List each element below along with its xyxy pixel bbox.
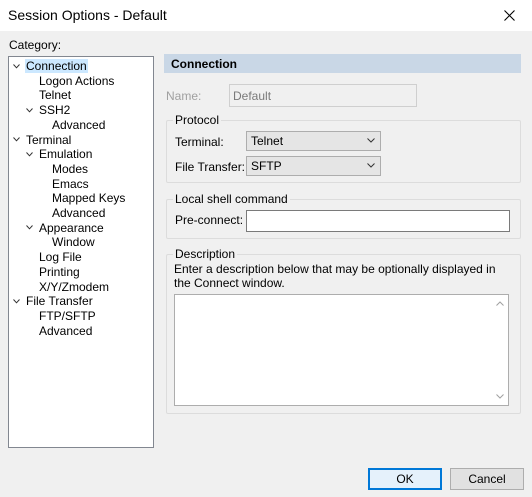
preconnect-input[interactable]: [246, 210, 510, 232]
tree-item[interactable]: Modes: [39, 162, 89, 176]
tree-item-label: File Transfer: [26, 294, 93, 309]
file-transfer-select[interactable]: SFTP: [246, 156, 381, 176]
chevron-down-icon: [13, 298, 20, 304]
tree-expander[interactable]: [26, 103, 38, 117]
tree-item-label: Emacs: [52, 176, 89, 191]
tree-item[interactable]: Advanced: [39, 118, 106, 132]
description-scrollbar[interactable]: [491, 295, 508, 405]
tree-expander[interactable]: [26, 221, 38, 235]
file-transfer-label: File Transfer:: [175, 160, 246, 174]
tree-item-label: Log File: [39, 250, 82, 265]
tree-item[interactable]: Window: [39, 235, 96, 249]
tree-item-label: X/Y/Zmodem: [39, 279, 110, 294]
tree-item[interactable]: Advanced: [39, 206, 106, 220]
close-icon: [503, 10, 515, 21]
description-hint: Enter a description below that may be op…: [174, 262, 496, 290]
tree-item-label: Advanced: [52, 206, 106, 220]
terminal-select[interactable]: Telnet: [246, 131, 381, 151]
tree-item-label: Connection: [25, 59, 88, 73]
tree-item-label: Printing: [39, 264, 80, 279]
tree-expander[interactable]: [13, 133, 25, 147]
tree-item-label: Emulation: [39, 147, 93, 162]
chevron-down-icon: [367, 163, 375, 168]
description-textarea[interactable]: [174, 294, 509, 406]
panel-header: Connection: [164, 54, 521, 73]
close-button[interactable]: [486, 0, 532, 31]
tree-item[interactable]: Logon Actions: [26, 74, 115, 88]
tree-item[interactable]: Terminal: [13, 133, 72, 147]
chevron-down-icon: [13, 63, 20, 69]
title-bar: Session Options - Default: [0, 0, 532, 31]
tree-item[interactable]: Connection: [13, 59, 88, 73]
tree-item[interactable]: FTP/SFTP: [26, 309, 97, 323]
local-shell-legend: Local shell command: [173, 192, 290, 206]
tree-item[interactable]: Emulation: [26, 147, 93, 161]
terminal-select-value: Telnet: [251, 134, 284, 148]
chevron-down-icon: [367, 138, 375, 143]
scroll-up-button[interactable]: [491, 295, 508, 312]
name-label: Name:: [166, 89, 202, 103]
window-title: Session Options - Default: [8, 7, 167, 23]
tree-item[interactable]: X/Y/Zmodem: [26, 280, 110, 294]
tree-expander[interactable]: [13, 294, 25, 308]
tree-item[interactable]: Printing: [26, 265, 81, 279]
chevron-down-icon: [26, 107, 33, 113]
tree-item-label: Logon Actions: [39, 73, 115, 88]
tree-item[interactable]: Log File: [26, 250, 83, 264]
category-label: Category:: [9, 38, 62, 52]
tree-item[interactable]: Telnet: [26, 88, 72, 102]
tree-item[interactable]: Emacs: [39, 177, 90, 191]
terminal-label: Terminal:: [175, 135, 224, 149]
tree-item-label: Advanced: [52, 117, 106, 132]
tree-item-label: Advanced: [39, 323, 93, 338]
scroll-down-button[interactable]: [491, 388, 508, 405]
tree-item-label: Telnet: [39, 88, 72, 103]
preconnect-label: Pre-connect:: [175, 213, 244, 227]
tree-item-label: Mapped Keys: [52, 191, 126, 206]
tree-item-label: FTP/SFTP: [39, 308, 96, 323]
tree-item[interactable]: File Transfer: [13, 294, 94, 308]
tree-item[interactable]: SSH2: [26, 103, 71, 117]
chevron-up-icon: [495, 301, 504, 306]
tree-item-label: Terminal: [26, 132, 72, 147]
chevron-down-icon: [13, 137, 20, 142]
tree-item[interactable]: Appearance: [26, 221, 105, 235]
protocol-legend: Protocol: [173, 113, 222, 127]
category-tree[interactable]: Connection Logon Actions Telnet SSH2 Advance…: [8, 56, 154, 448]
tree-item-label: Window: [52, 235, 95, 250]
tree-item-label: Modes: [52, 161, 89, 176]
file-transfer-select-value: SFTP: [251, 159, 282, 173]
tree-item[interactable]: Advanced: [26, 324, 93, 338]
tree-item-label: Appearance: [39, 220, 104, 235]
tree-item[interactable]: Mapped Keys: [39, 191, 126, 205]
tree-expander[interactable]: [26, 147, 38, 161]
chevron-down-icon: [26, 225, 33, 230]
ok-button[interactable]: OK: [368, 468, 442, 490]
tree-expander[interactable]: [13, 59, 25, 73]
chevron-down-icon: [495, 394, 504, 399]
description-legend: Description: [173, 247, 238, 261]
chevron-down-icon: [26, 151, 33, 157]
cancel-button[interactable]: Cancel: [450, 468, 524, 490]
name-field: Default: [229, 84, 417, 107]
tree-item-label: SSH2: [39, 103, 71, 118]
panel-header-title: Connection: [171, 57, 237, 71]
